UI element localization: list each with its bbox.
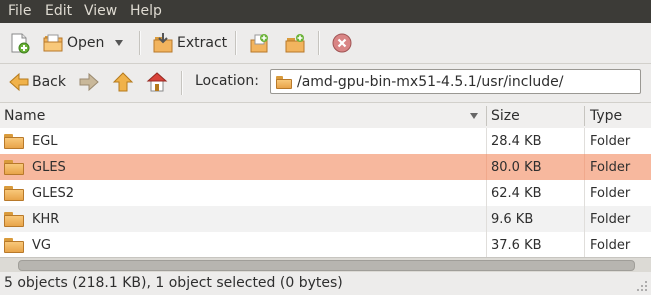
stop-button[interactable] — [331, 30, 353, 56]
back-button[interactable]: Back — [8, 71, 66, 93]
column-name[interactable]: Name — [4, 103, 484, 129]
location-field[interactable]: /amd-gpu-bin-mx51-4.5.1/usr/include/ — [270, 69, 641, 94]
folder-icon — [4, 211, 24, 227]
open-folder-icon — [43, 34, 63, 52]
extract-icon — [153, 33, 173, 53]
sort-descending-icon — [470, 113, 478, 119]
file-name: GLES2 — [32, 185, 75, 201]
forward-arrow-icon — [79, 72, 99, 92]
add-files-button[interactable] — [248, 30, 270, 56]
up-button[interactable] — [112, 71, 134, 93]
add-folder-icon — [285, 34, 305, 53]
home-button[interactable] — [146, 71, 168, 93]
column-size[interactable]: Size — [491, 103, 583, 129]
file-size: 28.4 KB — [491, 133, 542, 149]
file-name: EGL — [32, 133, 58, 149]
header-divider — [584, 106, 585, 126]
file-type: Folder — [590, 159, 631, 175]
column-size-label: Size — [491, 108, 520, 124]
file-type: Folder — [590, 237, 631, 253]
new-document-icon — [11, 33, 30, 54]
table-row[interactable]: GLES2 62.4 KB Folder — [0, 180, 651, 206]
up-arrow-icon — [112, 72, 134, 92]
table-row[interactable]: KHR 9.6 KB Folder — [0, 206, 651, 232]
toolbar-separator — [318, 31, 320, 55]
location-bar: Back Location: /amd-gpu-bin-mx51-4.5.1/u… — [0, 63, 651, 102]
column-header: Name Size Type — [0, 102, 651, 130]
open-label: Open — [67, 35, 105, 51]
menu-help[interactable]: Help — [130, 3, 162, 19]
menu-view[interactable]: View — [84, 3, 117, 19]
folder-icon — [4, 133, 24, 149]
file-size: 37.6 KB — [491, 237, 542, 253]
file-type: Folder — [590, 211, 631, 227]
location-path: /amd-gpu-bin-mx51-4.5.1/usr/include/ — [297, 73, 564, 90]
add-folder-button[interactable] — [284, 30, 306, 56]
resize-grip-icon[interactable] — [636, 280, 648, 292]
toolbar-separator — [235, 31, 237, 55]
folder-icon — [276, 75, 292, 89]
column-type[interactable]: Type — [590, 103, 650, 129]
status-bar: 5 objects (218.1 KB), 1 object selected … — [0, 272, 651, 295]
horizontal-scrollbar[interactable] — [0, 257, 651, 272]
file-name: KHR — [32, 211, 60, 227]
file-name: VG — [32, 237, 51, 253]
status-text: 5 objects (218.1 KB), 1 object selected … — [4, 275, 343, 291]
folder-icon — [4, 237, 24, 253]
open-button[interactable]: Open — [42, 30, 104, 56]
menu-edit[interactable]: Edit — [45, 3, 72, 19]
location-separator — [181, 71, 183, 95]
open-dropdown-button[interactable] — [114, 30, 124, 56]
column-type-label: Type — [590, 108, 623, 124]
new-archive-button[interactable] — [8, 30, 30, 56]
toolbar-separator — [139, 31, 141, 55]
back-arrow-icon — [9, 72, 29, 92]
file-size: 80.0 KB — [491, 159, 542, 175]
folder-icon — [4, 185, 24, 201]
file-type: Folder — [590, 133, 631, 149]
menu-file[interactable]: File — [8, 3, 31, 19]
stop-icon — [332, 33, 352, 53]
home-icon — [146, 72, 168, 92]
file-size: 9.6 KB — [491, 211, 534, 227]
file-size: 62.4 KB — [491, 185, 542, 201]
menu-bar: File Edit View Help — [0, 0, 651, 23]
forward-button[interactable] — [78, 71, 100, 93]
column-name-label: Name — [4, 108, 46, 124]
table-row-selected[interactable]: GLES 80.0 KB Folder — [0, 154, 651, 180]
file-type: Folder — [590, 185, 631, 201]
scrollbar-thumb[interactable] — [18, 260, 635, 271]
toolbar: Open Extract — [0, 23, 651, 63]
back-label: Back — [32, 74, 66, 90]
table-row[interactable]: EGL 28.4 KB Folder — [0, 128, 651, 154]
extract-button[interactable]: Extract — [152, 30, 227, 56]
file-name: GLES — [32, 159, 66, 175]
add-files-icon — [250, 34, 268, 53]
location-label: Location: — [195, 73, 259, 89]
extract-label: Extract — [177, 35, 228, 51]
chevron-down-icon — [115, 40, 123, 46]
folder-icon — [4, 159, 24, 175]
table-row[interactable]: VG 37.6 KB Folder — [0, 232, 651, 258]
header-divider — [486, 106, 487, 126]
